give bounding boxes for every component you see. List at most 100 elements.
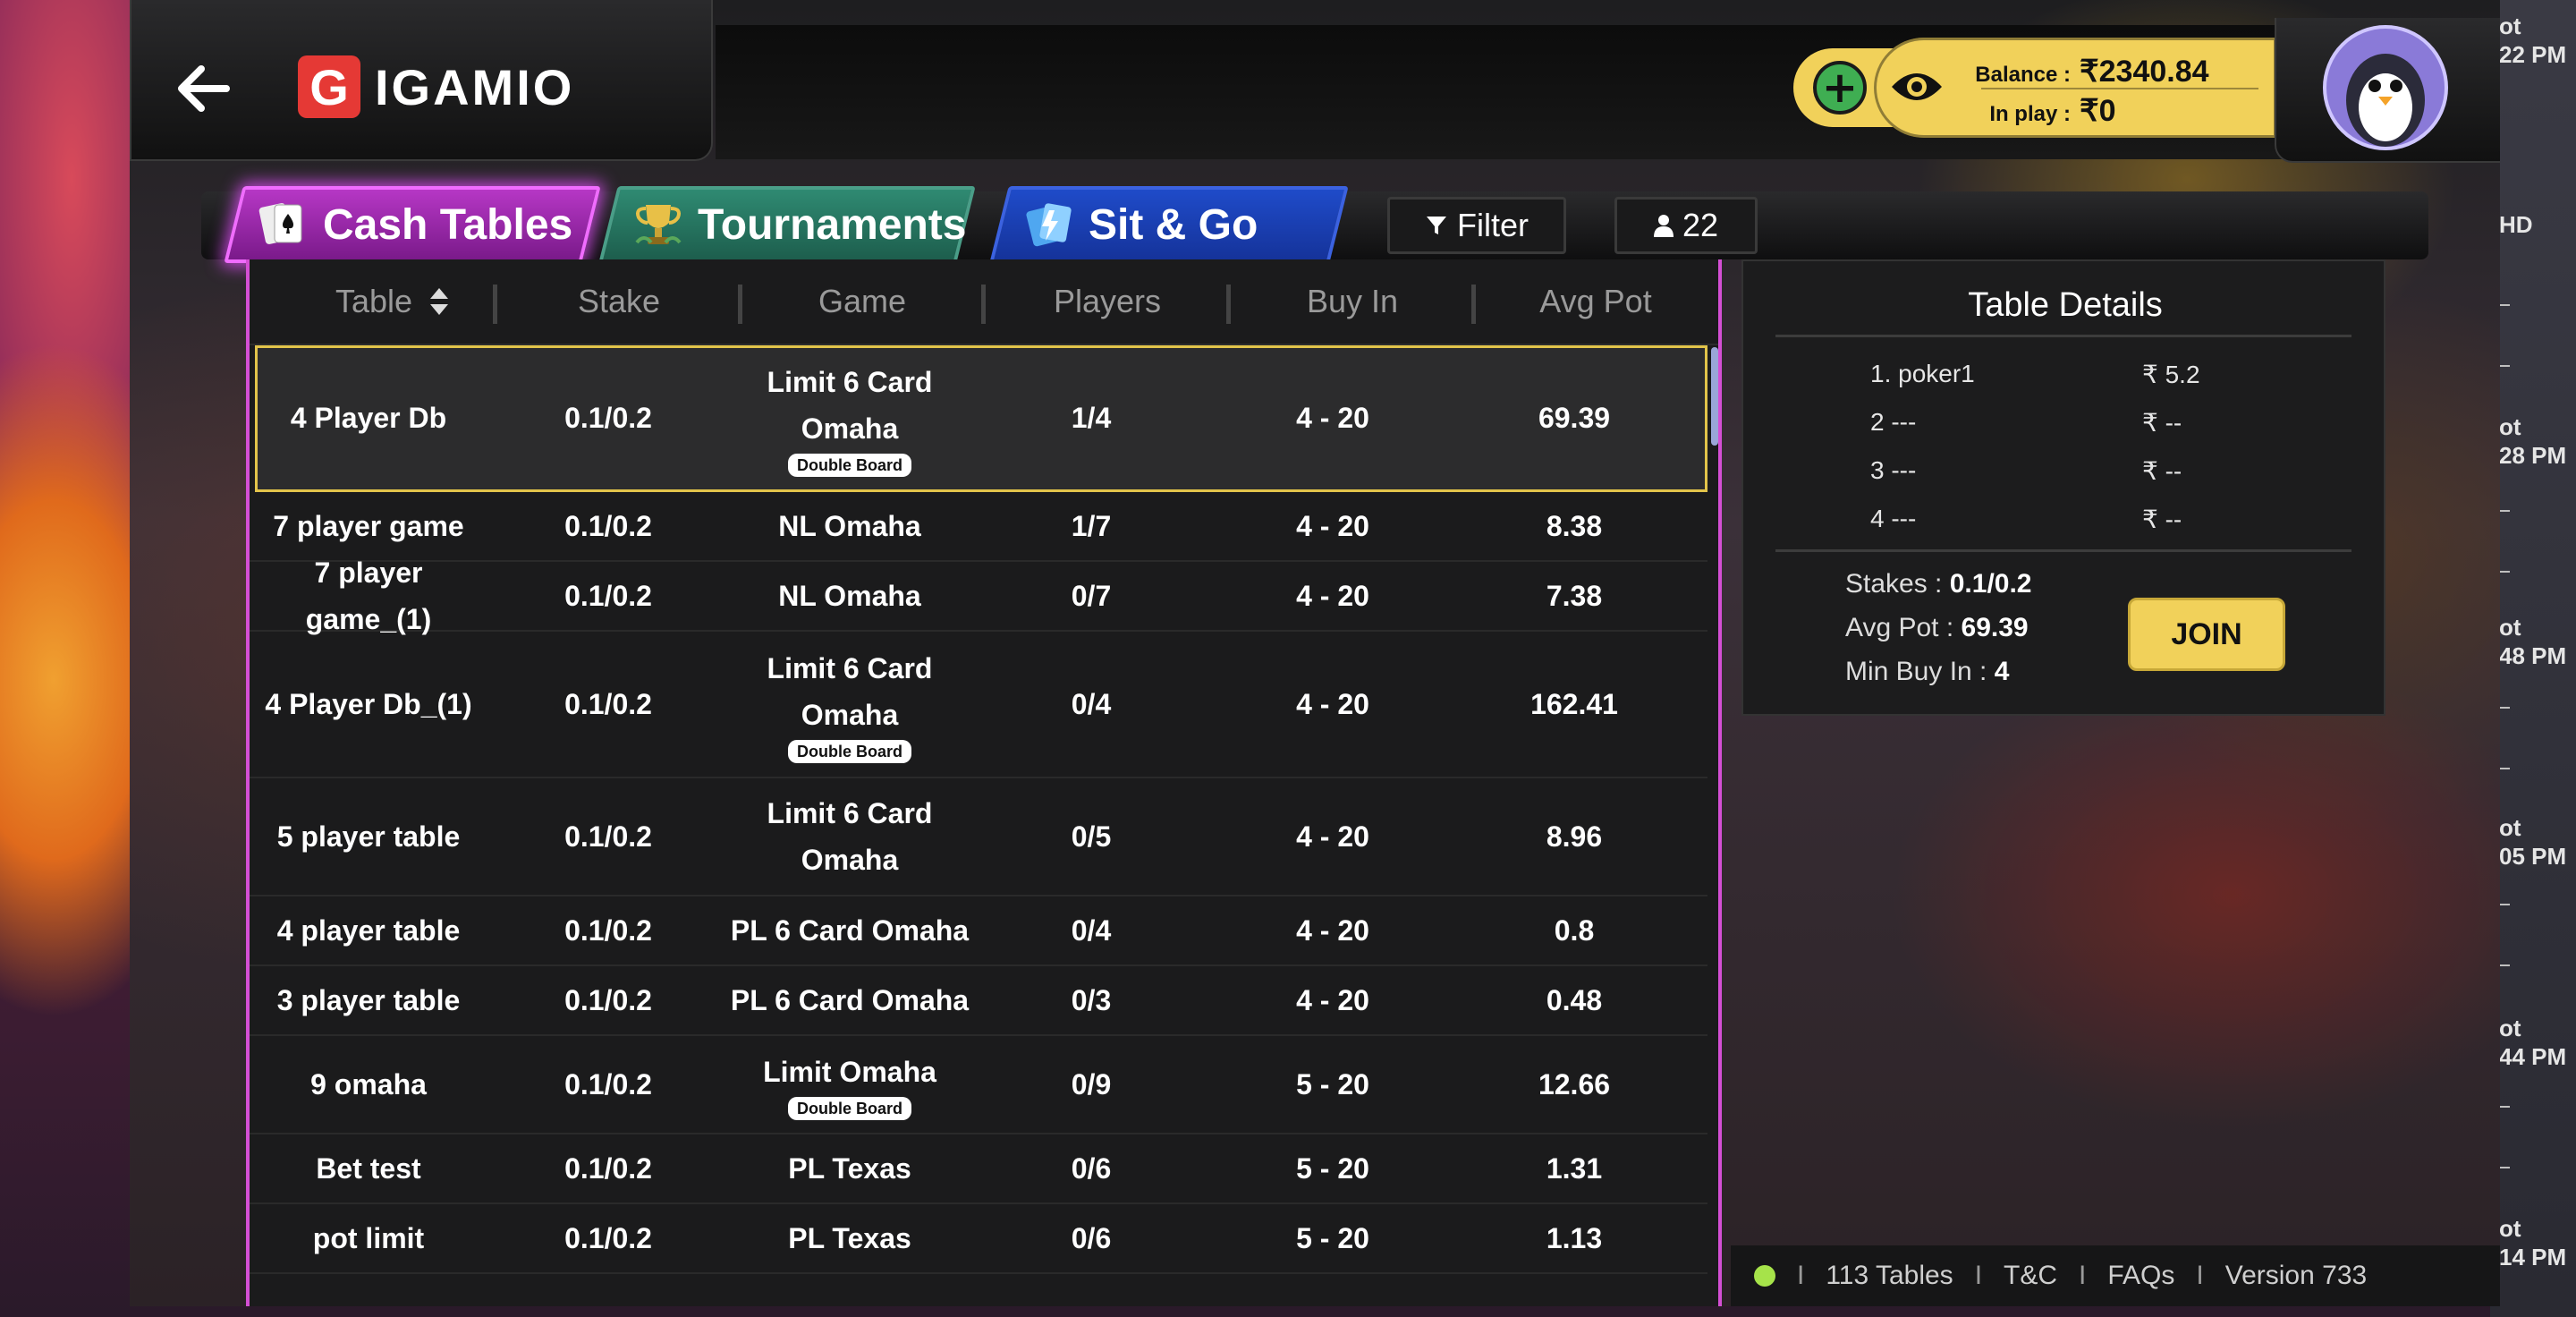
- back-button[interactable]: [167, 59, 239, 118]
- cell-text: 0/9: [1071, 1068, 1112, 1100]
- seat-amount: ₹ --: [2142, 457, 2182, 485]
- cell-stake: 0.1/0.2: [487, 562, 729, 630]
- table-row[interactable]: Bet test 0.1/0.2 PL Texas 0/6 5 - 20 1.31: [250, 1134, 1707, 1204]
- cell-players: 1/7: [970, 492, 1212, 560]
- seat-name: 2 ---: [1870, 408, 1917, 436]
- notification-text: HD: [2499, 211, 2533, 238]
- cell-stake: 0.1/0.2: [487, 492, 729, 560]
- inplay-row: In play : ₹0: [1963, 93, 2276, 129]
- cell-players: 0/3: [970, 966, 1212, 1034]
- cell-text: 4 player table: [276, 914, 461, 947]
- cell-text: 12.66: [1538, 1068, 1611, 1100]
- table-row[interactable]: 7 player game_(1) 0.1/0.2 NL Omaha 0/7 4 - 2…: [250, 557, 1707, 635]
- cell-text: 4 - 20: [1296, 820, 1369, 853]
- cell-text: 0/7: [1071, 580, 1112, 612]
- add-funds-button[interactable]: +: [1813, 61, 1867, 115]
- logo-text: IGAMIO: [375, 58, 575, 115]
- cell-game: Limit 6 Card Omaha: [729, 778, 970, 895]
- separator: I: [2196, 1261, 2204, 1290]
- filter-label: Filter: [1457, 207, 1529, 243]
- scrollbar-thumb[interactable]: [1711, 347, 1718, 446]
- cell-buyin: 5 - 20: [1212, 1204, 1453, 1272]
- cell-buyin: 5 - 20: [1212, 1036, 1453, 1133]
- column-header-stake[interactable]: Stake: [500, 277, 738, 326]
- min-buy-in-stat: Min Buy In : 4: [1845, 657, 2009, 687]
- cell-text: 4 Player Db_(1): [265, 688, 472, 720]
- table-row[interactable]: 5 player table 0.1/0.2 Limit 6 Card Omaha 0…: [250, 778, 1707, 896]
- cell-text: 7 player game: [273, 510, 464, 542]
- seat-name: 4 ---: [1870, 505, 1917, 532]
- poker-lobby-window: G IGAMIO + Balance : ₹2340.84 In play : …: [130, 0, 2500, 1306]
- table-row[interactable]: 9 omaha 0.1/0.2 Limit Omaha Double Board 0/9…: [250, 1036, 1707, 1134]
- cell-players: 0/4: [970, 632, 1212, 777]
- tab-tournaments[interactable]: Tournaments: [598, 186, 976, 263]
- cell-name: 5 player table: [250, 778, 487, 895]
- cell-text: 0/5: [1071, 820, 1112, 853]
- cell-avgpot: 0.48: [1453, 966, 1695, 1034]
- avatar[interactable]: [2323, 25, 2448, 150]
- cell-text: 0.1/0.2: [564, 984, 652, 1016]
- cell-text: 0.8: [1554, 914, 1595, 947]
- column-header-game[interactable]: Game: [743, 277, 981, 326]
- brand-logo: G IGAMIO: [298, 55, 574, 118]
- balance-divider: [1981, 88, 2258, 89]
- column-divider: [1471, 285, 1476, 324]
- column-divider: [493, 285, 497, 324]
- seat-row: 3 --- ₹ --: [1743, 456, 2387, 501]
- cell-text: 7.38: [1546, 580, 1603, 612]
- online-players-button[interactable]: 22: [1614, 197, 1758, 254]
- tab-cash-tables[interactable]: Cash Tables: [224, 186, 601, 263]
- cell-text: Limit 6 Card Omaha: [767, 797, 933, 876]
- table-row[interactable]: 4 player table 0.1/0.2 PL 6 Card Omaha 0/4 4…: [250, 896, 1707, 966]
- table-details-title: Table Details: [1968, 286, 2163, 324]
- table-row[interactable]: 4 Player Db_(1) 0.1/0.2 Limit 6 Card Omaha…: [250, 632, 1707, 778]
- column-divider: [981, 285, 986, 324]
- trophy-icon: [635, 205, 682, 244]
- cell-text: Limit 6 Card Omaha: [767, 652, 933, 731]
- cell-players: 1/4: [970, 345, 1212, 490]
- cell-buyin: 4 - 20: [1212, 966, 1453, 1034]
- connection-status-icon: [1754, 1265, 1775, 1287]
- cell-game: PL Texas: [729, 1204, 970, 1272]
- balance-value: ₹2340.84: [2080, 55, 2209, 89]
- cell-text: 0/3: [1071, 984, 1112, 1016]
- notification-text: ot: [2499, 1015, 2521, 1041]
- cell-game: NL Omaha: [729, 562, 970, 630]
- cell-players: 0/7: [970, 562, 1212, 630]
- column-header-players[interactable]: Players: [988, 277, 1226, 326]
- tab-sit-and-go[interactable]: Sit & Go: [989, 186, 1349, 263]
- terms-link[interactable]: T&C: [2004, 1261, 2057, 1291]
- scrollbar[interactable]: [1709, 345, 1718, 1306]
- penguin-avatar-icon: [2346, 54, 2425, 147]
- column-header-buy-in[interactable]: Buy In: [1233, 277, 1471, 326]
- balance-row: Balance : ₹2340.84: [1963, 54, 2276, 89]
- seat-amount: ₹ 5.2: [2142, 361, 2200, 388]
- cell-game: NL Omaha: [729, 492, 970, 560]
- user-icon: [1653, 215, 1674, 237]
- cash-tables-list: Table Stake Game Players Buy In Avg Pot …: [246, 259, 1722, 1306]
- cell-buyin: 4 - 20: [1212, 896, 1453, 964]
- filter-button[interactable]: Filter: [1387, 197, 1566, 254]
- column-header-avg-pot[interactable]: Avg Pot: [1477, 277, 1715, 326]
- table-row[interactable]: 4 Player Db 0.1/0.2 Limit 6 Card Omaha Doub…: [255, 345, 1707, 492]
- cell-name: 3 player table: [250, 966, 487, 1034]
- notification-text: ot: [2499, 13, 2521, 39]
- faqs-link[interactable]: FAQs: [2107, 1261, 2174, 1291]
- eye-icon[interactable]: [1890, 64, 1944, 109]
- join-button[interactable]: JOIN: [2128, 598, 2285, 671]
- cell-text: 4 - 20: [1296, 984, 1369, 1016]
- status-footer: I 113 Tables I T&C I FAQs I Version 733: [1731, 1245, 2500, 1306]
- table-row[interactable]: pot limit 0.1/0.2 PL Texas 0/6 5 - 20 1.13: [250, 1204, 1707, 1274]
- cell-buyin: 4 - 20: [1212, 632, 1453, 777]
- notification-text: ot: [2499, 413, 2521, 440]
- cell-text: Limit 6 Card Omaha: [767, 366, 933, 445]
- column-header-table[interactable]: Table: [303, 277, 482, 326]
- table-row[interactable]: 3 player table 0.1/0.2 PL 6 Card Omaha 0/3 4…: [250, 966, 1707, 1036]
- cell-stake: 0.1/0.2: [487, 966, 729, 1034]
- cards-icon: [258, 203, 302, 244]
- cell-game: Limit Omaha Double Board: [729, 1036, 970, 1133]
- cell-text: 0.1/0.2: [564, 1152, 652, 1185]
- cell-text: 4 - 20: [1296, 914, 1369, 947]
- cell-name: Bet test: [250, 1134, 487, 1202]
- cell-text: 8.38: [1546, 510, 1603, 542]
